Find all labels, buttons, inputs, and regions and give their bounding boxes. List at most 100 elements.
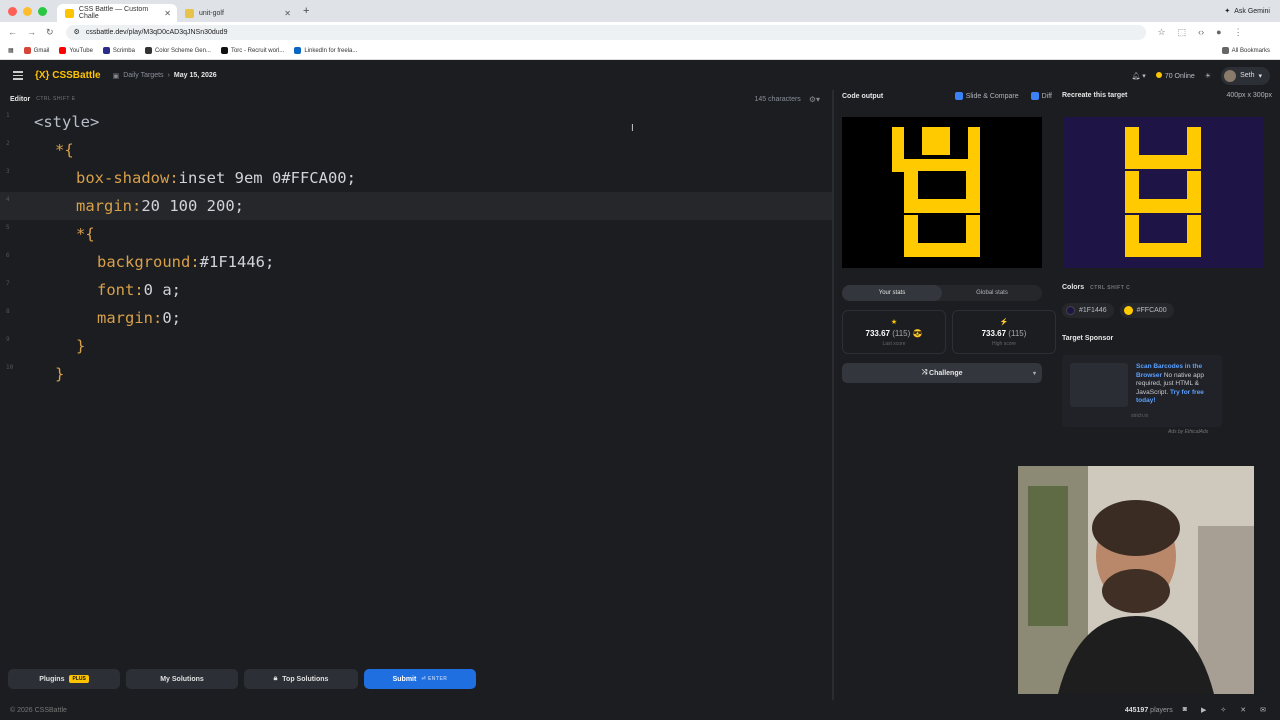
status-bar: © 2026 CSSBattle 445197 players ◙ ▶ ✧ ✕ …: [0, 700, 1280, 720]
browser-tab-unit-golf[interactable]: unit-golf ✕: [177, 4, 297, 22]
url-field[interactable]: ⚙ cssbattle.dev/play/M3qD0cAD3qJNSn30dud…: [65, 24, 1146, 40]
bookmarks-bar: ▦ Gmail YouTube Scrimba Color Scheme Gen…: [0, 42, 1280, 60]
ads-by-label[interactable]: Ads by EthicalAds: [1168, 429, 1208, 435]
discord-icon[interactable]: ◙: [1183, 706, 1187, 714]
enter-key-label: ENTER: [427, 676, 448, 682]
address-bar-row: ← → ↻ ⚙ cssbattle.dev/play/M3qD0cAD3qJNS…: [0, 22, 1280, 42]
back-icon[interactable]: ←: [8, 27, 17, 38]
devtools-icon[interactable]: ‹›: [1198, 27, 1204, 38]
bluesky-icon[interactable]: ✧: [1220, 706, 1226, 714]
x-twitter-icon[interactable]: ✕: [1240, 706, 1246, 714]
output-header: Code output Slide & Compare Diff: [842, 92, 1052, 100]
code-text: *{: [55, 141, 74, 159]
bookmark-gmail[interactable]: Gmail: [23, 47, 49, 54]
line-number: 5: [6, 224, 10, 231]
colors-label: Colors: [1062, 284, 1085, 291]
close-tab-icon[interactable]: ✕: [284, 9, 291, 18]
star-icon: ★: [890, 318, 898, 326]
tab-your-stats[interactable]: Your stats: [842, 285, 942, 301]
code-token: <style>: [34, 113, 100, 131]
online-dot-icon: [1155, 71, 1162, 78]
close-tab-icon[interactable]: ✕: [164, 9, 171, 18]
code-line[interactable]: 3 box-shadow:inset 9em 0#FFCA00;: [0, 164, 832, 192]
hamburger-menu-icon[interactable]: [13, 71, 23, 80]
code-line[interactable]: 7 font:0 a;: [0, 276, 832, 304]
site-info-icon[interactable]: ⚙: [74, 28, 80, 36]
code-token: *{: [76, 225, 95, 243]
code-line[interactable]: 1 <style>: [0, 108, 832, 136]
all-bookmarks[interactable]: All Bookmarks: [1221, 47, 1270, 54]
bookmark-color-scheme[interactable]: Color Scheme Gen...: [144, 47, 211, 54]
slide-compare-toggle[interactable]: Slide & Compare: [954, 92, 1019, 100]
tab-global-stats[interactable]: Global stats: [942, 285, 1042, 301]
my-solutions-label: My Solutions: [160, 675, 204, 683]
code-token: 0;: [162, 309, 181, 327]
swatch-yellow[interactable]: #FFCA00: [1119, 303, 1174, 318]
code-line[interactable]: 8 margin:0;: [0, 304, 832, 332]
code-editor[interactable]: 1 <style> 2 *{3 box-shadow:inset 9em 0#FFCA0…: [0, 108, 832, 660]
editor-settings-icon[interactable]: ⚙▾: [809, 95, 820, 104]
code-text: margin:20 100 200;: [76, 197, 244, 215]
browser-tab-cssbattle[interactable]: CSS Battle — Custom Challe ✕: [57, 4, 177, 22]
code-line[interactable]: 5 *{: [0, 220, 832, 248]
bookmark-star-icon[interactable]: ☆: [1158, 27, 1166, 38]
ask-gemini-label: Ask Gemini: [1234, 7, 1270, 15]
forward-icon[interactable]: →: [27, 27, 36, 38]
code-token: }: [76, 337, 86, 355]
crumb-daily-targets[interactable]: Daily Targets: [123, 72, 163, 79]
bookmark-scrimba[interactable]: Scrimba: [102, 47, 135, 54]
maximize-window-button[interactable]: [38, 6, 47, 16]
stats-tabs: Your stats Global stats: [842, 285, 1042, 301]
bookmark-linkedin[interactable]: LinkedIn for freela...: [294, 47, 357, 54]
profile-avatar-icon[interactable]: ●: [1216, 27, 1221, 38]
line-number: 9: [6, 336, 10, 343]
close-window-button[interactable]: [8, 6, 17, 16]
cssbattle-logo[interactable]: {X} CSSBattle: [35, 70, 101, 81]
top-solutions-button[interactable]: 🔒︎ Top Solutions: [244, 669, 358, 689]
bookmark-youtube[interactable]: YouTube: [59, 47, 93, 54]
reload-icon[interactable]: ↻: [46, 27, 54, 38]
minimize-window-button[interactable]: [23, 6, 32, 16]
ad-text: Scan Barcodes in the Browser No native a…: [1136, 363, 1218, 406]
players-label: players: [1150, 706, 1173, 714]
swatch-navy[interactable]: #1F1446: [1062, 303, 1114, 318]
my-solutions-button[interactable]: My Solutions: [126, 669, 238, 689]
user-menu[interactable]: Seth ▾: [1221, 66, 1270, 85]
youtube-icon: [59, 47, 67, 54]
code-token: margin:: [97, 309, 163, 327]
challenge-button[interactable]: ⤨ Challenge ▾: [842, 363, 1042, 383]
line-number: 3: [6, 168, 10, 175]
code-text: background:#1F1446;: [97, 253, 274, 271]
chevron-down-icon[interactable]: ▾: [1033, 370, 1036, 377]
high-score-label: High score: [992, 340, 1016, 347]
copyright: © 2026 CSSBattle: [10, 706, 67, 714]
toolbar-icons: ☆ ⬚ ‹› ● ⋮: [1158, 27, 1243, 38]
plugins-button[interactable]: Plugins PLUS: [8, 669, 120, 689]
diff-toggle[interactable]: Diff: [1030, 92, 1052, 100]
code-line[interactable]: 9}: [0, 332, 832, 360]
sunglasses-emoji-icon: 😎: [912, 328, 923, 338]
theme-toggle-icon[interactable]: ☀: [1205, 72, 1211, 80]
code-line[interactable]: 10}: [0, 360, 832, 388]
mail-icon[interactable]: ✉: [1260, 706, 1266, 714]
code-token: }: [55, 365, 65, 383]
browser-tab-strip: CSS Battle — Custom Challe ✕ unit-golf ✕…: [0, 0, 1280, 22]
code-line[interactable]: 6 background:#1F1446;: [0, 248, 832, 276]
bookmark-torc[interactable]: Torc - Recruit worl...: [220, 47, 284, 54]
menu-dots-icon[interactable]: ⋮: [1234, 27, 1243, 38]
notification-bell-icon[interactable]: 🔔︎ ▾: [1131, 72, 1145, 80]
ask-gemini-button[interactable]: ✦ Ask Gemini: [1224, 7, 1270, 16]
extensions-icon[interactable]: ⬚: [1178, 27, 1187, 38]
submit-button[interactable]: Submit ⏎ ENTER: [364, 669, 476, 689]
target-image[interactable]: [1063, 117, 1263, 268]
code-line[interactable]: 2 *{: [0, 136, 832, 164]
code-output-preview[interactable]: [842, 117, 1042, 268]
output-render: [892, 127, 980, 257]
character-count: 145 characters: [754, 95, 801, 103]
panel-divider[interactable]: [832, 90, 834, 700]
code-line[interactable]: 4 margin:20 100 200;: [0, 192, 832, 220]
new-tab-icon[interactable]: +: [303, 5, 309, 17]
ad-image: [1070, 363, 1128, 407]
youtube-social-icon[interactable]: ▶: [1201, 706, 1206, 714]
apps-grid-icon[interactable]: ▦: [8, 47, 14, 54]
